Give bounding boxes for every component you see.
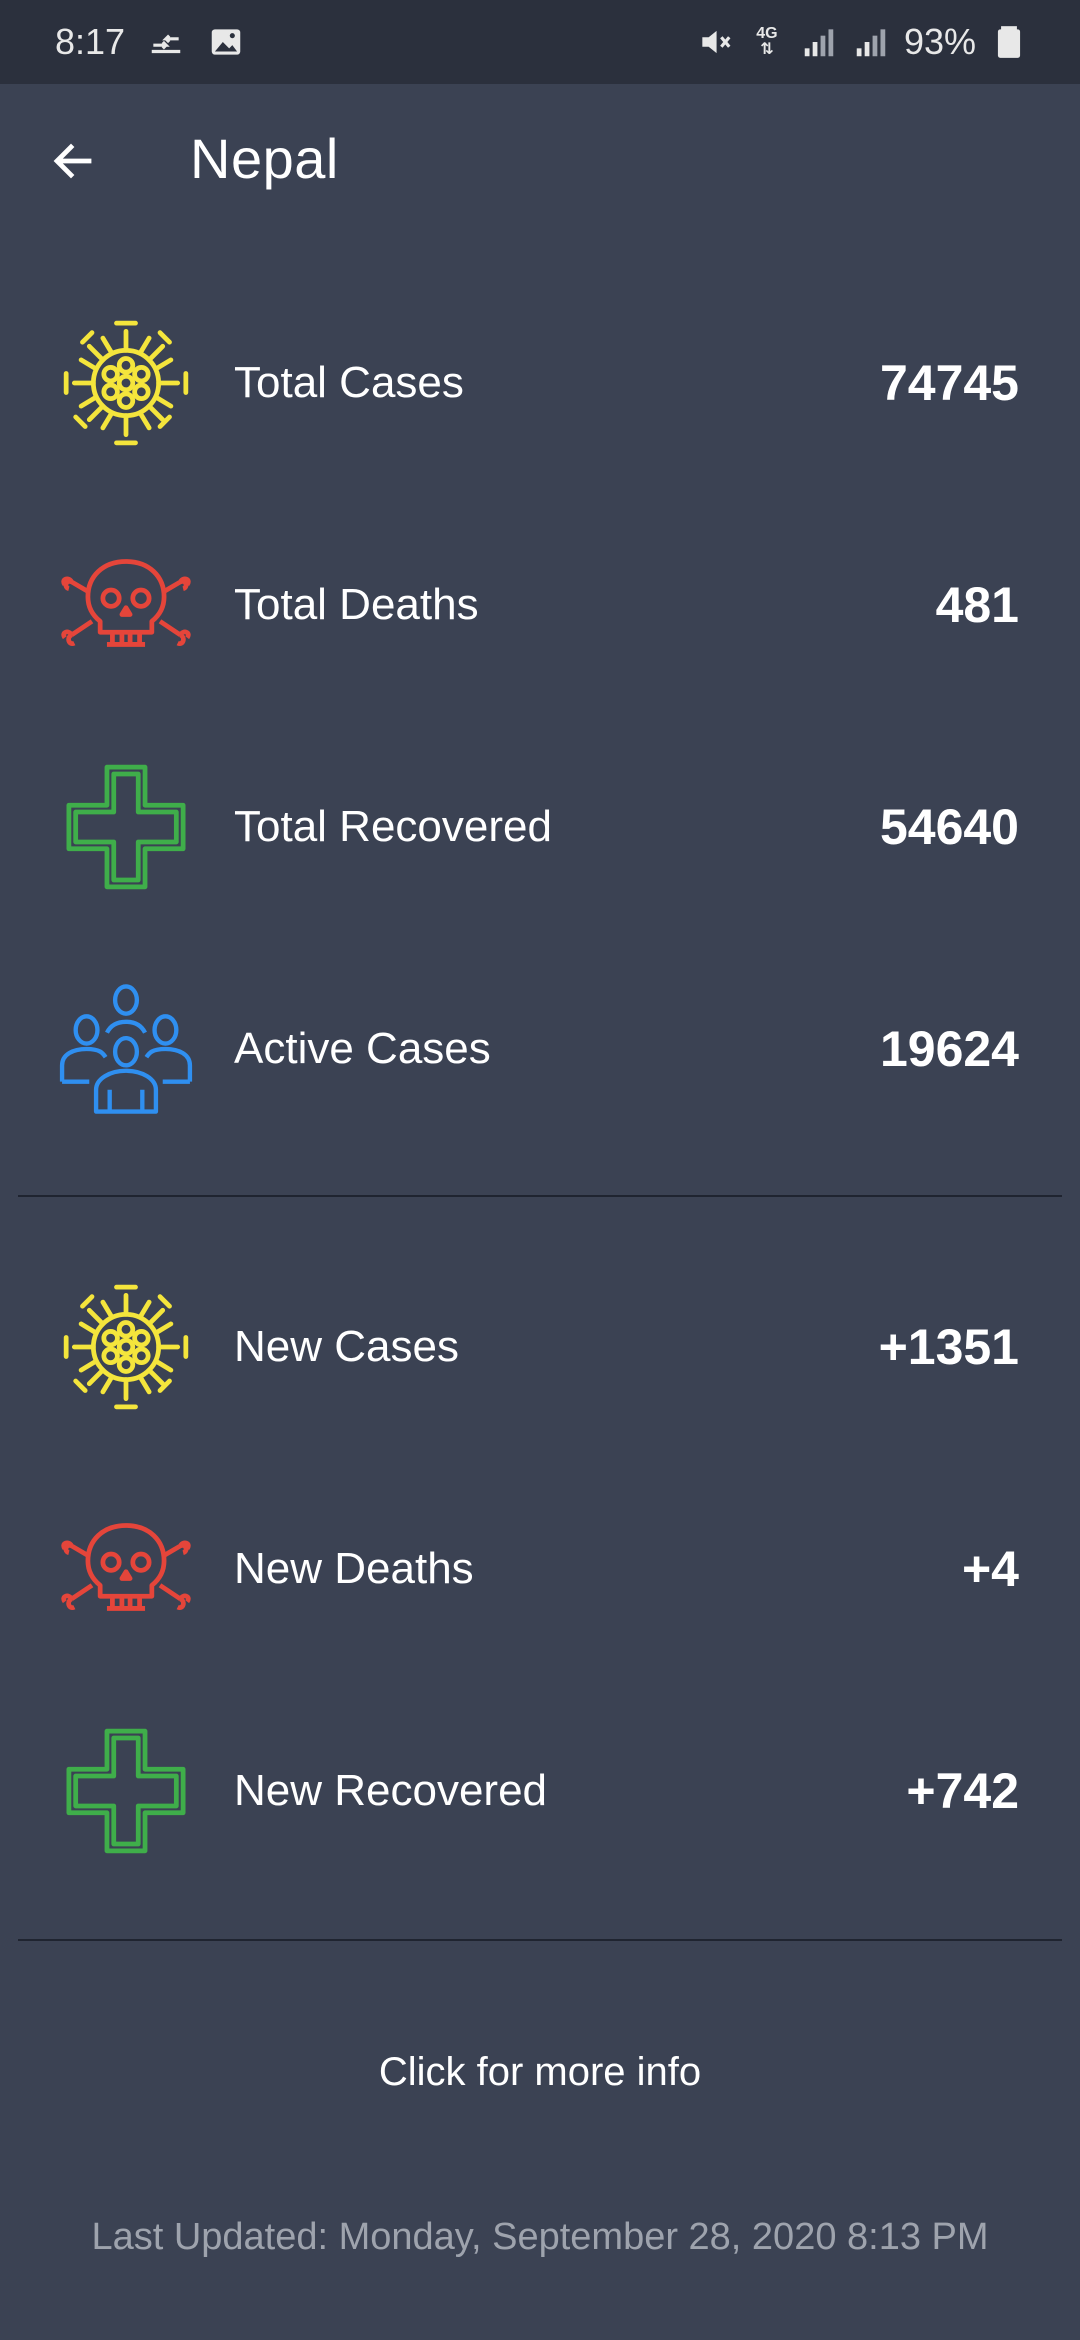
status-left: 8:17 <box>55 0 245 84</box>
people-group-icon <box>58 981 194 1117</box>
divider <box>18 1195 1062 1197</box>
stat-row-total-cases: Total Cases 74745 <box>0 298 1080 468</box>
virus-icon <box>58 1279 194 1415</box>
network-label: 4G <box>756 25 778 42</box>
stat-value: 19624 <box>879 1021 1019 1077</box>
stat-label: New Deaths <box>234 1544 474 1593</box>
stat-value: +1351 <box>878 1319 1019 1375</box>
status-time: 8:17 <box>55 21 126 62</box>
stat-value: 481 <box>935 577 1019 633</box>
stat-value: +4 <box>961 1541 1019 1597</box>
stat-label: Total Deaths <box>234 580 479 629</box>
status-right: 4G ⇅ 93% <box>696 0 1028 84</box>
data-arrows-icon: ⇅ <box>760 41 774 58</box>
stat-row-new-cases: New Cases +1351 <box>0 1262 1080 1432</box>
stat-label: Total Recovered <box>234 802 552 851</box>
stat-label: Active Cases <box>234 1024 491 1073</box>
divider <box>18 1939 1062 1941</box>
stat-row-new-deaths: New Deaths +4 <box>0 1484 1080 1654</box>
app-bar: Nepal <box>0 84 1080 238</box>
stat-value: +742 <box>906 1763 1019 1819</box>
more-info-link[interactable]: Click for more info <box>0 2050 1080 2095</box>
stat-row-total-recovered: Total Recovered 54640 <box>0 742 1080 912</box>
stat-label: New Recovered <box>234 1766 548 1815</box>
battery-percent: 93% <box>903 21 976 62</box>
gallery-icon <box>207 23 245 61</box>
stat-row-active-cases: Active Cases 19624 <box>0 964 1080 1134</box>
virus-icon <box>58 315 194 451</box>
stat-value: 54640 <box>879 799 1019 855</box>
page-title: Nepal <box>190 127 339 190</box>
medical-cross-icon <box>58 759 194 895</box>
stat-row-total-deaths: Total Deaths 481 <box>0 520 1080 690</box>
skull-crossbones-icon <box>58 1501 194 1637</box>
back-button[interactable] <box>40 128 106 194</box>
stat-label: Total Cases <box>234 358 464 407</box>
skull-crossbones-icon <box>58 537 194 673</box>
medical-cross-icon <box>58 1723 194 1859</box>
battery-icon <box>990 23 1028 61</box>
transfer-icon <box>147 23 185 61</box>
last-updated-text: Last Updated: Monday, September 28, 2020… <box>91 2216 989 2258</box>
network-4g-icon: 4G ⇅ <box>748 23 786 61</box>
stat-label: New Cases <box>234 1322 459 1371</box>
stat-row-new-recovered: New Recovered +742 <box>0 1706 1080 1876</box>
status-bar: 8:17 4G ⇅ 93% <box>0 0 1080 84</box>
signal-icon <box>800 23 838 61</box>
arrow-left-icon <box>53 143 92 179</box>
stat-value: 74745 <box>879 355 1019 411</box>
mute-icon <box>696 23 734 61</box>
signal-icon-2 <box>852 23 890 61</box>
